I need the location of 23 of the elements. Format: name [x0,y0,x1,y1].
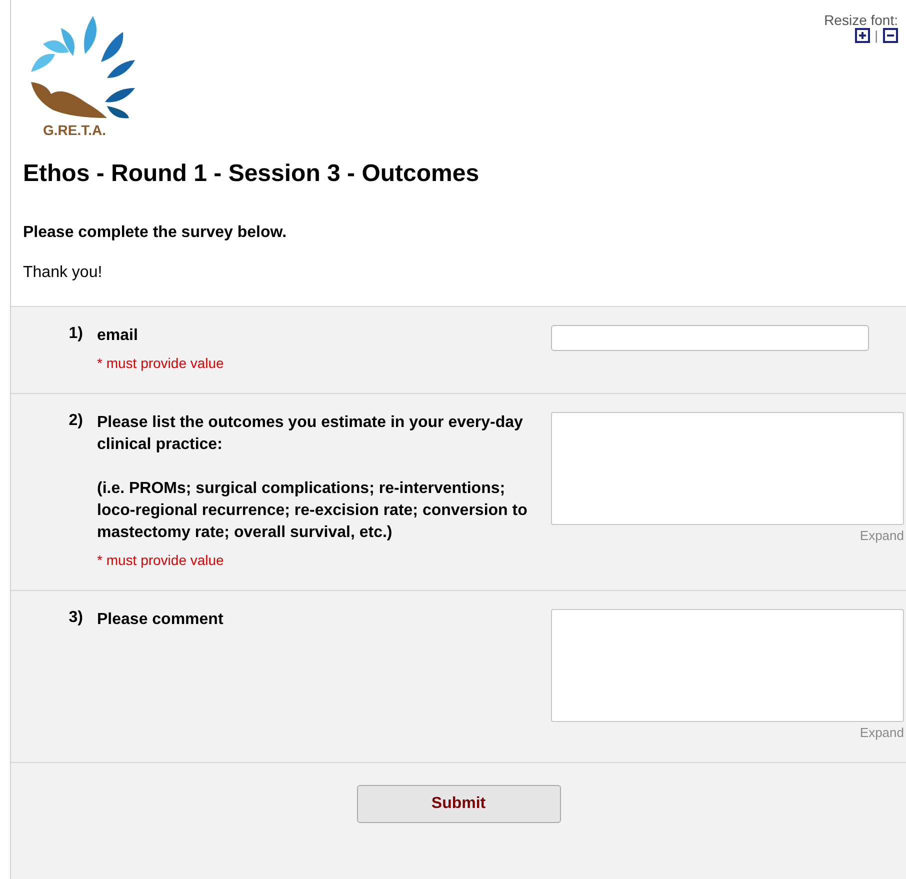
logo-text: G.RE.T.A. [43,122,106,138]
question-number: 1) [68,325,84,344]
survey-title: Ethos - Round 1 - Session 3 - Outcomes [23,160,480,188]
question-number: 2) [68,412,84,431]
resize-font-label: Resize font: [824,12,898,28]
expand-link[interactable]: Expand [860,528,904,543]
question-label: email [97,326,139,346]
expand-link[interactable]: Expand [860,725,904,740]
submit-button[interactable]: Submit [356,785,560,823]
question-number: 3) [68,609,84,628]
zoom-in-icon[interactable] [854,28,870,43]
required-note: * must provide value [97,355,225,371]
zoom-out-icon[interactable] [883,28,898,43]
thanks-text: Thank you! [23,264,104,282]
separator: | [874,28,878,43]
required-note: * must provide value [97,552,225,568]
question-label: Please list the outcomes you estimate in your every-day clinical practice: [97,413,524,455]
question-note: (i.e. PROMs; surgical complications; re-interventions; loco-regional recurrence; re-excision rate; conversion to mastectomy rate; overall survival, etc.) [97,479,528,543]
instructions: Please complete the survey below. [23,224,288,242]
email-field[interactable] [551,325,869,351]
answer-box[interactable] [551,609,904,722]
question-label: Please comment [97,610,224,630]
answer-box[interactable] [551,412,904,525]
